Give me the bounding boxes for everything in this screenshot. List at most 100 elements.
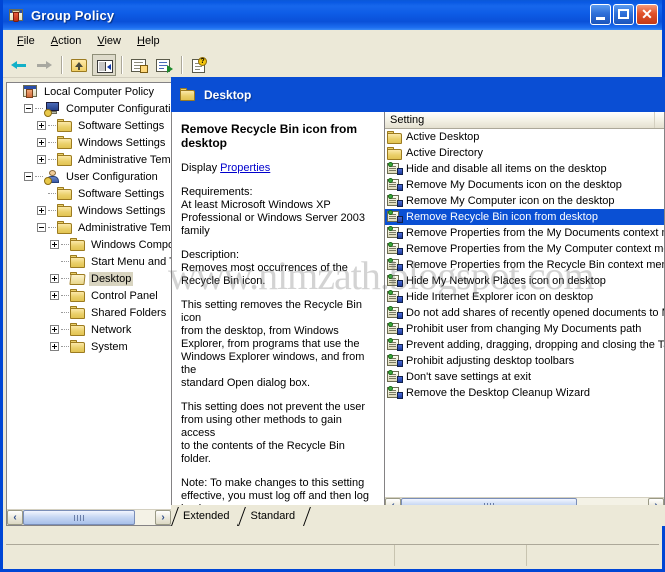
- tree-item-windows-compo[interactable]: Windows Compo: [7, 236, 171, 253]
- menu-help[interactable]: Help: [129, 33, 168, 49]
- expand-icon[interactable]: [50, 274, 59, 283]
- tree-item-start-menu-and-t[interactable]: Start Menu and T: [7, 253, 171, 270]
- table-row[interactable]: Remove Properties from the Recycle Bin c…: [385, 257, 664, 273]
- menu-action[interactable]: Action: [43, 33, 90, 49]
- table-row[interactable]: Do not add shares of recently opened doc…: [385, 305, 664, 321]
- tree-item-network[interactable]: Network: [7, 321, 171, 338]
- description-line: to the contents of the Recycle Bin folde…: [181, 440, 345, 465]
- tree-connector-line: [61, 260, 69, 263]
- maximize-button[interactable]: [613, 4, 634, 25]
- collapse-icon[interactable]: [24, 172, 33, 181]
- expand-icon[interactable]: [37, 155, 46, 164]
- tree-connector-line: [35, 175, 43, 178]
- tab-standard[interactable]: Standard: [238, 507, 305, 526]
- tree-item-software-settings[interactable]: Software Settings: [7, 185, 171, 202]
- tree-item-desktop[interactable]: Desktop: [7, 270, 171, 287]
- description-paragraph: This setting removes the Recycle Bin ico…: [181, 299, 374, 390]
- back-arrow-icon: [11, 60, 27, 70]
- tree-connector-line: [35, 107, 43, 110]
- description-label: Description:: [181, 249, 240, 261]
- table-row[interactable]: Prohibit user from changing My Documents…: [385, 321, 664, 337]
- description-block: Description: Removes most occurrences of…: [181, 249, 374, 513]
- table-row[interactable]: Don't save settings at exit: [385, 369, 664, 385]
- settings-list[interactable]: Active Desktop Active Directory Hide and d…: [385, 129, 664, 496]
- tree-item-label: Network: [91, 323, 132, 336]
- tree-item-local-computer-policy[interactable]: Local Computer Policy: [7, 83, 171, 100]
- table-row[interactable]: Hide Internet Explorer icon on desktop: [385, 289, 664, 305]
- tree-scroll-left-button[interactable]: ‹: [7, 510, 23, 525]
- tree-horizontal-scrollbar[interactable]: ‹ ›: [7, 509, 171, 525]
- policy-setting-icon: [387, 370, 403, 384]
- folder-icon: [57, 204, 73, 217]
- table-row[interactable]: Active Directory: [385, 145, 664, 161]
- export-list-icon: [156, 58, 173, 73]
- setting-name: Prohibit adjusting desktop toolbars: [406, 355, 575, 367]
- tree-item-administrative-templ[interactable]: Administrative Templ: [7, 151, 171, 168]
- description-paragraph: Removes most occurrences of the Recycle B…: [181, 262, 374, 288]
- setting-title: Remove Recycle Bin icon from desktop: [181, 122, 358, 150]
- table-row[interactable]: Prohibit adjusting desktop toolbars: [385, 353, 664, 369]
- forward-button[interactable]: [32, 54, 56, 76]
- tree-item-user-configuration[interactable]: User Configuration: [7, 168, 171, 185]
- setting-name: Prevent adding, dragging, dropping and c…: [406, 339, 664, 351]
- expand-icon[interactable]: [50, 291, 59, 300]
- description-line: Note: To make changes to this setting: [181, 477, 365, 489]
- tree-item-shared-folders[interactable]: Shared Folders: [7, 304, 171, 321]
- setting-name: Remove Properties from the My Documents …: [406, 227, 664, 239]
- minimize-button[interactable]: [590, 4, 611, 25]
- tree-item-control-panel[interactable]: Control Panel: [7, 287, 171, 304]
- tree-connector-line: [61, 277, 69, 280]
- collapse-icon[interactable]: [37, 223, 46, 232]
- properties-link[interactable]: Properties: [220, 162, 270, 174]
- tab-extended[interactable]: Extended: [171, 507, 239, 526]
- tree-item-label: Administrative Templ: [78, 221, 171, 234]
- expand-icon[interactable]: [37, 138, 46, 147]
- expand-icon[interactable]: [50, 342, 59, 351]
- menu-file[interactable]: File: [9, 33, 43, 49]
- table-row[interactable]: Hide My Network Places icon on desktop: [385, 273, 664, 289]
- requirements-label: Requirements:: [181, 186, 253, 198]
- up-one-level-button[interactable]: [67, 54, 91, 76]
- status-pane-1: [6, 545, 395, 566]
- policy-setting-icon: [387, 162, 403, 176]
- tree-scroll-right-button[interactable]: ›: [155, 510, 171, 525]
- tree-item-label: Windows Compo: [91, 238, 171, 251]
- table-row[interactable]: Hide and disable all items on the deskto…: [385, 161, 664, 177]
- expand-icon[interactable]: [50, 325, 59, 334]
- folder-icon: [70, 340, 86, 353]
- tree-item-administrative-templ[interactable]: Administrative Templ: [7, 219, 171, 236]
- tree-item-software-settings[interactable]: Software Settings: [7, 117, 171, 134]
- folder-icon: [387, 146, 403, 160]
- tree-item-label: Control Panel: [91, 289, 158, 302]
- close-button[interactable]: ✕: [636, 4, 658, 25]
- table-row[interactable]: Remove Properties from the My Documents …: [385, 225, 664, 241]
- table-row[interactable]: Remove Properties from the My Computer c…: [385, 241, 664, 257]
- properties-button[interactable]: [127, 54, 151, 76]
- status-bar: [6, 544, 659, 566]
- table-row[interactable]: Remove the Desktop Cleanup Wizard: [385, 385, 664, 401]
- setting-name: Remove Properties from the Recycle Bin c…: [406, 259, 664, 271]
- table-row[interactable]: Remove My Computer icon on the desktop: [385, 193, 664, 209]
- help-button[interactable]: ?: [187, 54, 211, 76]
- menu-view[interactable]: View: [89, 33, 129, 49]
- tree-item-computer-configuration[interactable]: Computer Configuration: [7, 100, 171, 117]
- expand-icon[interactable]: [37, 121, 46, 130]
- table-row[interactable]: Remove My Documents icon on the desktop: [385, 177, 664, 193]
- collapse-icon[interactable]: [24, 104, 33, 113]
- export-list-button[interactable]: [152, 54, 176, 76]
- show-hide-tree-button[interactable]: [92, 53, 116, 76]
- tree-item-windows-settings[interactable]: Windows Settings: [7, 134, 171, 151]
- tree-scroll-track[interactable]: [23, 510, 155, 525]
- column-setting[interactable]: Setting: [385, 112, 655, 128]
- back-button[interactable]: [7, 54, 31, 76]
- expand-icon[interactable]: [37, 206, 46, 215]
- tree-scroll-thumb[interactable]: [23, 510, 135, 525]
- tree-scroll-area[interactable]: Local Computer Policy Computer Configurat…: [7, 83, 171, 508]
- description-paragraph: This setting does not prevent the user fr…: [181, 401, 374, 466]
- table-row[interactable]: Active Desktop: [385, 129, 664, 145]
- table-row[interactable]: Remove Recycle Bin icon from desktop: [385, 209, 664, 225]
- tree-item-windows-settings[interactable]: Windows Settings: [7, 202, 171, 219]
- expand-icon[interactable]: [50, 240, 59, 249]
- table-row[interactable]: Prevent adding, dragging, dropping and c…: [385, 337, 664, 353]
- tree-item-system[interactable]: System: [7, 338, 171, 355]
